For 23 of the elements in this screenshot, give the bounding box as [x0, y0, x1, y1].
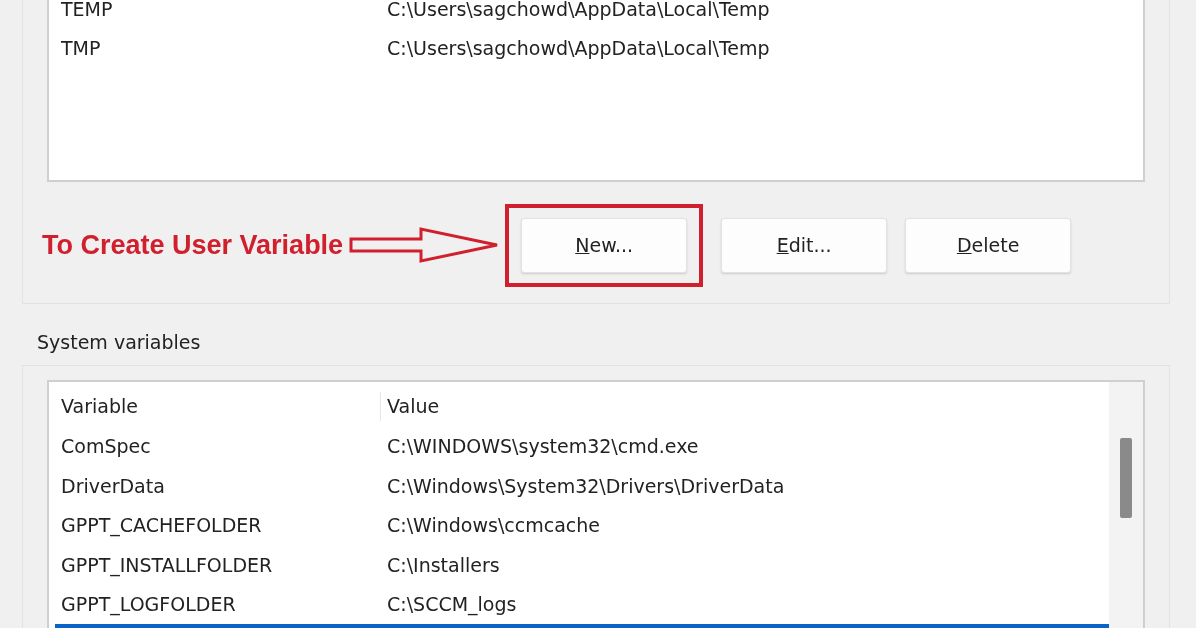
variable-name: TMP: [61, 36, 102, 62]
variable-value: C:\Users\sagchowd\AppData\Local\Temp: [387, 0, 770, 23]
variable-value: C:\Installers: [387, 552, 500, 578]
variable-name: TEMP: [61, 0, 114, 23]
variable-name[interactable]: DriverData: [61, 471, 387, 500]
variable-name[interactable]: GPPT_LOGFOLDER: [61, 590, 387, 619]
variable-name[interactable]: GPPT_CACHEFOLDER: [61, 511, 387, 540]
scrollbar-thumb[interactable]: [1120, 437, 1132, 518]
column-header[interactable]: Variable: [55, 392, 381, 421]
variable-value: C:\Windows\ccmcache: [387, 513, 600, 538]
variable-value: C:\SCCM_logs: [387, 592, 517, 618]
variable-name[interactable]: ComSpec: [61, 432, 387, 461]
button[interactable]: Edit...: [721, 217, 888, 273]
variable-value: C:\Windows\System32\Drivers\DriverData: [387, 473, 785, 499]
column-header[interactable]: Value: [381, 392, 440, 421]
group-label: System variables: [37, 330, 202, 355]
variable-value: C:\WINDOWS\system32\cmd.exe: [387, 434, 699, 459]
button[interactable]: New...: [521, 217, 688, 273]
variable-value: C:\Users\sagchowd\AppData\Local\Temp: [387, 36, 770, 62]
variable-name[interactable]: GPPT_INSTALLFOLDER: [61, 550, 387, 579]
button[interactable]: Delete: [905, 217, 1072, 273]
annotation-text: To Create User Variable: [42, 228, 344, 262]
scrollbar[interactable]: [1109, 381, 1143, 628]
